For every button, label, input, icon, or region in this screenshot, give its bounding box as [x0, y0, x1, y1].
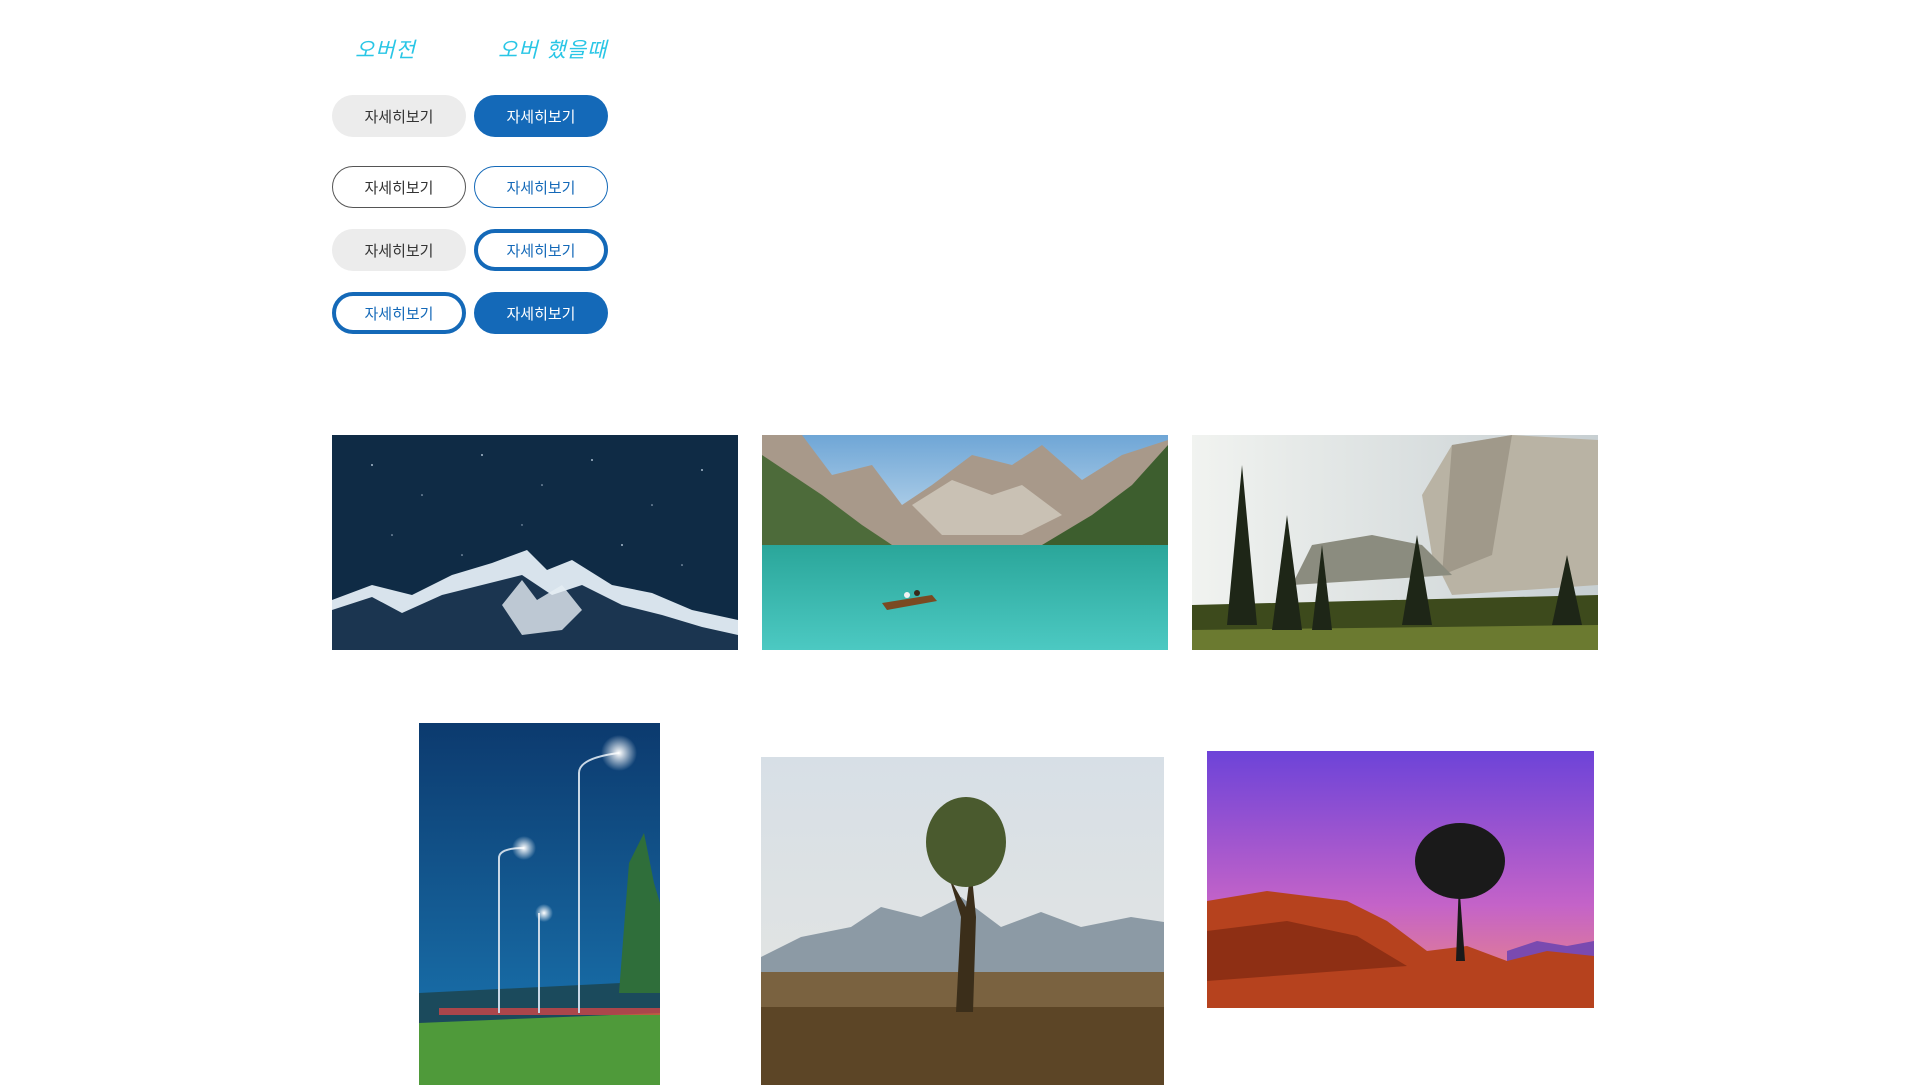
- lone-tree-mountains-image[interactable]: [761, 757, 1164, 1085]
- detail-button-thick-outline[interactable]: 자세히보기: [332, 292, 466, 334]
- desert-sunset-tree-image[interactable]: [1207, 751, 1594, 1008]
- after-hover-label: 오버 했을때: [498, 38, 608, 62]
- detail-button-blue-hover-2[interactable]: 자세히보기: [474, 292, 608, 334]
- detail-button-outline[interactable]: 자세히보기: [332, 166, 466, 208]
- detail-button-blue-hover[interactable]: 자세히보기: [474, 95, 608, 137]
- cliff-forest-image[interactable]: [1192, 435, 1598, 650]
- detail-button-outline-blue-hover[interactable]: 자세히보기: [474, 166, 608, 208]
- before-hover-label: 오버전: [355, 38, 416, 62]
- alpine-lake-boat-image[interactable]: [762, 435, 1168, 650]
- detail-button-thick-outline-hover[interactable]: 자세히보기: [474, 229, 608, 271]
- detail-button-gray[interactable]: 자세히보기: [332, 95, 466, 137]
- detail-button-gray-2[interactable]: 자세히보기: [332, 229, 466, 271]
- starry-mountain-night-image[interactable]: [332, 435, 738, 650]
- streetlights-night-image[interactable]: [419, 723, 660, 1085]
